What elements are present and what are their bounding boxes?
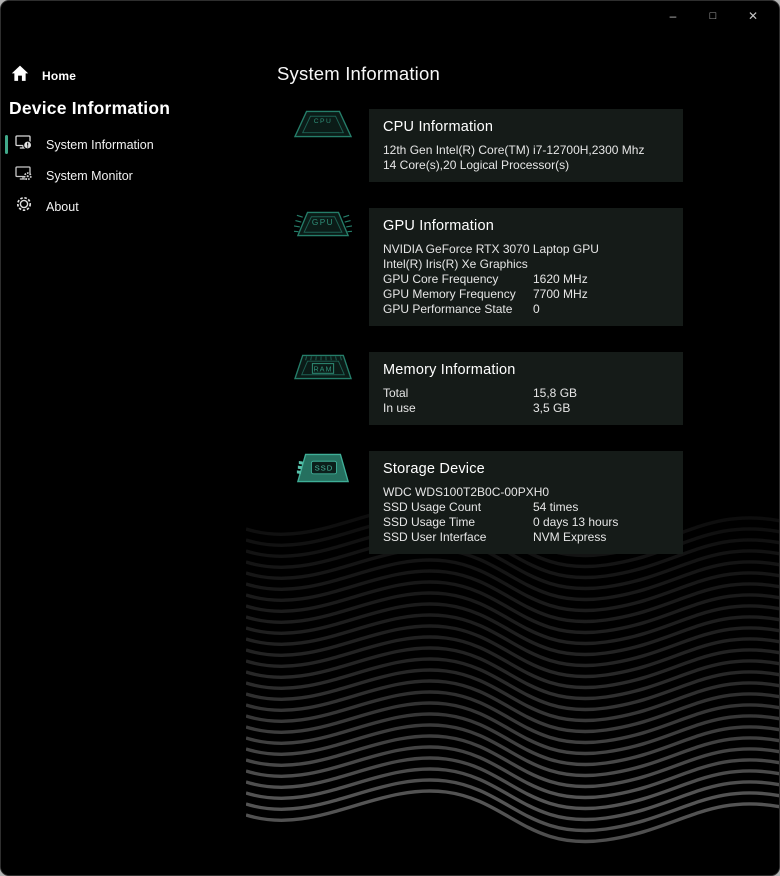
row-label: SSD Usage Time [383, 515, 476, 529]
row-label: SSD User Interface [383, 530, 487, 544]
cpu-cores-line: 14 Core(s),20 Logical Processor(s) [383, 158, 570, 172]
app-window: – □ ✕ Home Device Information System Inf… [0, 0, 780, 876]
row-value: 15,8 GB [533, 386, 578, 400]
row-value: 54 times [533, 500, 579, 514]
ssd-model-line: WDC WDS100T2B0C-00PXH0 [383, 485, 550, 499]
row-label: GPU Core Frequency [383, 272, 499, 286]
card-title: Memory Information [383, 362, 516, 378]
svg-text:SSD: SSD [315, 463, 334, 472]
memory-information-card: Memory Information Total 15,8 GB In use … [369, 352, 683, 425]
sidebar-heading: Device Information [9, 98, 171, 118]
gpu-name-line-2: Intel(R) Iris(R) Xe Graphics [383, 257, 528, 271]
monitor-info-icon [15, 134, 33, 156]
cpu-card-row: CPU CPU Information 12th Gen Intel(R) Co… [293, 109, 779, 182]
sidebar-item-label: System Monitor [46, 168, 133, 183]
row-label: GPU Performance State [383, 302, 513, 316]
card-title: CPU Information [383, 119, 494, 135]
card-title: GPU Information [383, 218, 494, 234]
ssd-chip-icon: SSD [294, 452, 352, 489]
memory-card-row: RAM Memory Information Total 15,8 GB In … [294, 352, 779, 425]
svg-text:RAM: RAM [313, 364, 332, 373]
cpu-information-card: CPU Information 12th Gen Intel(R) Core(T… [369, 109, 683, 182]
info-row: In use 3,5 GB [383, 401, 683, 416]
row-label: In use [383, 401, 416, 415]
ram-chip-icon: RAM [294, 353, 352, 386]
row-value: 1620 MHz [533, 272, 588, 286]
home-icon [11, 65, 29, 87]
home-label: Home [42, 69, 77, 83]
sidebar: Home Device Information System Informati… [1, 1, 246, 875]
sidebar-item-label: About [46, 199, 79, 214]
main-panel: System Information CPU CPU Information 1… [246, 1, 779, 875]
svg-text:CPU: CPU [314, 118, 333, 125]
selection-indicator [5, 135, 8, 154]
gpu-name-line: NVIDIA GeForce RTX 3070 Laptop GPU [383, 242, 599, 256]
row-value: 7700 MHz [533, 287, 588, 301]
info-row: SSD User Interface NVM Express [383, 530, 683, 545]
cards-container: CPU CPU Information 12th Gen Intel(R) Co… [246, 85, 779, 554]
gpu-information-card: GPU Information NVIDIA GeForce RTX 3070 … [369, 208, 683, 326]
maximize-button[interactable]: □ [693, 1, 733, 31]
info-row: GPU Core Frequency 1620 MHz [383, 272, 683, 287]
sidebar-item-about[interactable]: About [1, 191, 246, 222]
row-value: NVM Express [533, 530, 607, 544]
cpu-name-line: 12th Gen Intel(R) Core(TM) i7-12700H,230… [383, 143, 645, 157]
info-row: GPU Memory Frequency 7700 MHz [383, 287, 683, 302]
cpu-chip-icon: CPU [293, 110, 353, 143]
monitor-gear-icon [15, 165, 33, 187]
info-row: Total 15,8 GB [383, 386, 683, 401]
card-title: Storage Device [383, 461, 485, 477]
gpu-card-row: GPU GPU Information NVIDIA GeForce RTX 3… [292, 208, 779, 326]
gear-icon [15, 195, 33, 218]
gpu-chip-icon: GPU [292, 209, 354, 244]
nav-home[interactable]: Home [11, 65, 246, 87]
title-bar: – □ ✕ [1, 1, 779, 33]
row-label: SSD Usage Count [383, 500, 482, 514]
window-controls: – □ ✕ [653, 1, 773, 31]
sidebar-nav: System Information System Monitor About [1, 129, 246, 222]
info-row: SSD Usage Count 54 times [383, 500, 683, 515]
page-title: System Information [277, 63, 440, 84]
storage-device-card: Storage Device WDC WDS100T2B0C-00PXH0 SS… [369, 451, 683, 554]
info-row: SSD Usage Time 0 days 13 hours [383, 515, 683, 530]
sidebar-item-system-information[interactable]: System Information [1, 129, 246, 160]
row-value: 0 days 13 hours [533, 515, 619, 529]
svg-text:GPU: GPU [312, 218, 334, 227]
close-button[interactable]: ✕ [733, 1, 773, 31]
sidebar-item-label: System Information [46, 137, 154, 152]
row-value: 3,5 GB [533, 401, 571, 415]
row-label: GPU Memory Frequency [383, 287, 516, 301]
wave-background-decoration [246, 503, 779, 844]
info-row: GPU Performance State 0 [383, 302, 683, 317]
row-value: 0 [533, 302, 540, 316]
minimize-button[interactable]: – [653, 1, 693, 31]
storage-card-row: SSD Storage Device WDC WDS100T2B0C-00PXH… [294, 451, 779, 554]
sidebar-item-system-monitor[interactable]: System Monitor [1, 160, 246, 191]
row-label: Total [383, 386, 409, 400]
